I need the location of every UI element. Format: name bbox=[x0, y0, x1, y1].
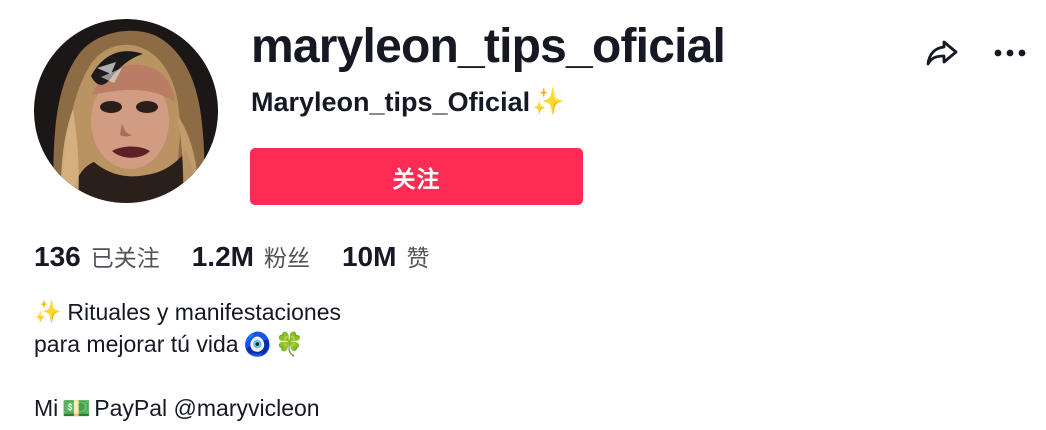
bio-line-4-prefix: Mi bbox=[34, 395, 59, 421]
following-stat[interactable]: 136 已关注 bbox=[34, 239, 160, 276]
profile-page: maryleon_tips_oficial Maryleon_tips_Ofic… bbox=[0, 0, 1046, 430]
following-label: 已关注 bbox=[90, 245, 160, 271]
more-icon bbox=[994, 49, 1026, 57]
bio-line-1: ✨ Rituales y manifestaciones bbox=[34, 296, 341, 328]
bio-line-4-text[interactable]: PayPal @maryvicleon bbox=[94, 392, 319, 424]
followers-count: 1.2M bbox=[191, 241, 254, 272]
share-icon bbox=[926, 40, 958, 66]
followers-label: 粉丝 bbox=[263, 245, 310, 271]
bio-line-2-text: para mejorar tú vida bbox=[34, 331, 239, 357]
bio-line-1-text: Rituales y manifestaciones bbox=[67, 299, 341, 325]
avatar[interactable] bbox=[34, 19, 218, 203]
sparkle-icon: ✨ bbox=[34, 299, 62, 324]
following-count: 136 bbox=[34, 241, 81, 272]
followers-stat[interactable]: 1.2M 粉丝 bbox=[192, 239, 310, 276]
display-name-text: Maryleon_tips_Oficial bbox=[251, 87, 531, 117]
likes-stat: 10M 赞 bbox=[342, 239, 429, 276]
profile-display-name: Maryleon_tips_Oficial✨ bbox=[251, 85, 564, 119]
nazar-amulet-icon: 🧿 bbox=[243, 331, 272, 357]
profile-stats: 136 已关注 1.2M 粉丝 10M 赞 bbox=[34, 239, 461, 276]
bio-empty-line bbox=[34, 360, 341, 392]
money-icon: 💵 bbox=[61, 395, 91, 421]
profile-bio: ✨ Rituales y manifestaciones para mejora… bbox=[34, 296, 341, 424]
sparkle-icon: ✨ bbox=[532, 86, 565, 116]
share-button[interactable] bbox=[923, 33, 963, 73]
more-button[interactable] bbox=[990, 33, 1030, 73]
bio-line-2: para mejorar tú vida 🧿 🍀 bbox=[34, 328, 341, 360]
likes-count: 10M bbox=[341, 241, 397, 272]
four-leaf-clover-icon: 🍀 bbox=[275, 331, 304, 357]
profile-username: maryleon_tips_oficial bbox=[251, 20, 726, 73]
bio-line-4: Mi 💵 PayPal @maryvicleon bbox=[34, 392, 341, 424]
follow-button[interactable]: 关注 bbox=[250, 148, 583, 205]
likes-label: 赞 bbox=[406, 245, 430, 271]
